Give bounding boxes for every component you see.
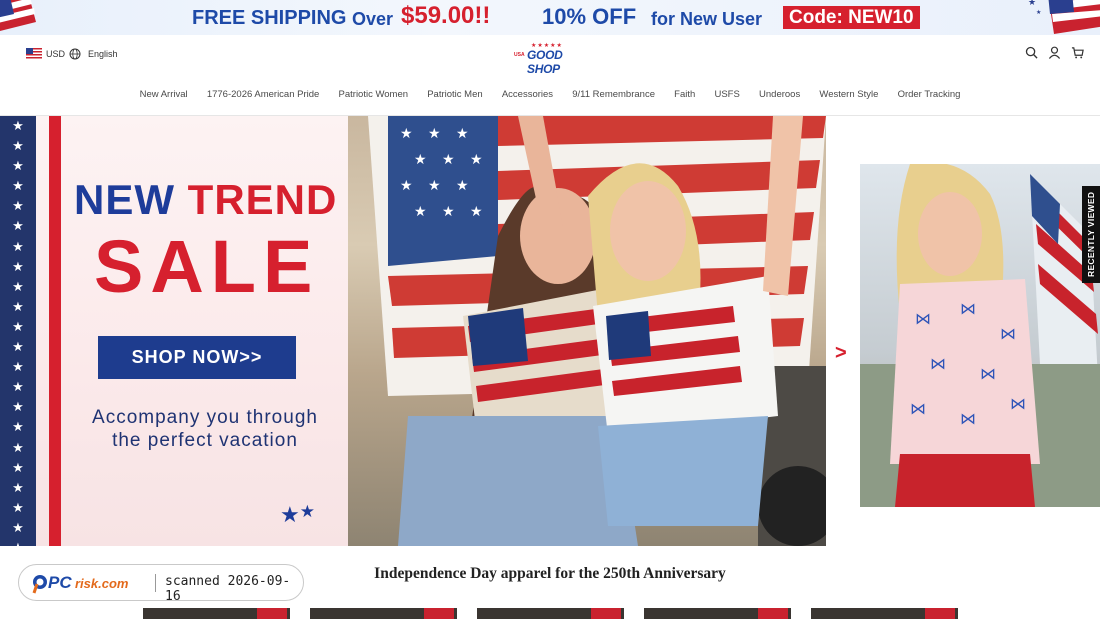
watermark-scan-date: scanned 2026-09-16 (165, 574, 291, 604)
svg-text:⋈: ⋈ (910, 401, 926, 418)
svg-text:⋈: ⋈ (960, 301, 976, 318)
side-hero-photo[interactable]: ⋈ ⋈ ⋈ ⋈ ⋈ ⋈ ⋈ ⋈ (860, 164, 1100, 507)
logo-badge: USA (514, 52, 525, 58)
nav-new-arrival[interactable]: New Arrival (130, 84, 197, 106)
hero-title: NEW TREND (74, 176, 337, 224)
hero-title-new: NEW (74, 176, 175, 223)
promo-price: $59.00!! (401, 2, 491, 29)
svg-text:risk.com: risk.com (75, 576, 129, 591)
svg-text:★: ★ (470, 203, 483, 219)
product-card[interactable] (644, 608, 791, 619)
us-flag-icon (26, 48, 42, 59)
language-label: English (88, 49, 118, 59)
shop-now-button[interactable]: SHOP NOW>> (98, 336, 296, 379)
star-strip-decoration: ★★★★★★★ ★★★★★★★ ★★★★★★★★ (0, 116, 36, 546)
svg-text:★: ★ (442, 203, 455, 219)
product-grid (143, 608, 958, 619)
nav-patriotic-men[interactable]: Patriotic Men (418, 84, 493, 106)
promo-banner[interactable]: FREE SHIPPING Over $59.00!! 10% OFF for … (0, 0, 1100, 35)
nav-underoos[interactable]: Underoos (749, 84, 809, 106)
hero-sale: SALE (94, 225, 320, 308)
product-card[interactable] (811, 608, 958, 619)
hero-subtitle-line2: the perfect vacation (112, 430, 298, 451)
svg-text:⋈: ⋈ (1010, 396, 1026, 413)
account-icon[interactable] (1048, 46, 1061, 59)
svg-text:⋈: ⋈ (980, 366, 996, 383)
nav-usfs[interactable]: USFS (705, 84, 750, 106)
svg-text:★: ★ (456, 125, 469, 141)
svg-text:★: ★ (414, 151, 427, 167)
site-logo[interactable]: ★★★★★ USA GOOD SHOP (513, 42, 587, 76)
hero-photo-illustration: ★ ★ ★ ★ ★ ★ ★ ★ ★ ★ ★ ★ (368, 116, 826, 546)
hero-subtitle: Accompany you through the perfect vacati… (60, 406, 350, 452)
svg-text:★: ★ (428, 125, 441, 141)
flag-decoration-icon (0, 0, 36, 31)
cart-icon[interactable] (1071, 46, 1084, 59)
hero-subtitle-line1: Accompany you through (92, 407, 318, 428)
promo-free-shipping: FREE SHIPPING (192, 7, 347, 29)
svg-text:⋈: ⋈ (915, 311, 931, 328)
svg-text:★: ★ (470, 151, 483, 167)
svg-text:★: ★ (456, 177, 469, 193)
globe-icon (69, 48, 81, 60)
header-bar: USD English ★★★★★ USA GOOD SHOP (0, 35, 1100, 76)
svg-text:★: ★ (1036, 9, 1041, 16)
nav-american-pride[interactable]: 1776-2026 American Pride (197, 84, 329, 106)
svg-text:★: ★ (428, 177, 441, 193)
promo-new-user: for New User (651, 9, 763, 29)
svg-text:PC: PC (48, 573, 72, 592)
pcrisk-watermark: PC risk.com scanned 2026-09-16 (18, 564, 304, 604)
nav-western-style[interactable]: Western Style (810, 84, 888, 106)
watermark-separator (155, 574, 156, 592)
svg-text:★: ★ (400, 125, 413, 141)
decorative-stars-icon: ★★ (280, 502, 315, 527)
svg-text:⋈: ⋈ (930, 356, 946, 373)
svg-text:⋈: ⋈ (960, 411, 976, 428)
currency-selector[interactable]: USD (26, 48, 65, 59)
svg-text:★: ★ (442, 151, 455, 167)
promo-discount: 10% OFF (542, 4, 637, 29)
hero-title-trend: TREND (187, 176, 338, 223)
hero-text-panel: ★★★★★★★ ★★★★★★★ ★★★★★★★★ NEW TREND SALE … (0, 116, 350, 546)
recently-viewed-tab[interactable]: RECENTLY VIEWED (1082, 186, 1100, 283)
nav-accessories[interactable]: Accessories (492, 84, 562, 106)
product-card[interactable] (477, 608, 624, 619)
currency-label: USD (46, 48, 66, 59)
language-selector[interactable]: English (69, 48, 118, 60)
pcrisk-logo: PC risk.com (32, 573, 129, 594)
hero-banner[interactable]: ★★★★★★★ ★★★★★★★ ★★★★★★★★ NEW TREND SALE … (0, 116, 826, 546)
promo-over: Over (352, 9, 394, 29)
nav-order-tracking[interactable]: Order Tracking (888, 84, 970, 106)
product-card[interactable] (310, 608, 457, 619)
red-stripe-decoration (49, 116, 61, 546)
main-nav: New Arrival 1776-2026 American Pride Pat… (0, 84, 1100, 106)
hero-next-arrow[interactable]: > (835, 342, 847, 365)
product-card[interactable] (143, 608, 290, 619)
svg-text:★: ★ (1028, 0, 1036, 7)
nav-patriotic-women[interactable]: Patriotic Women (329, 84, 418, 106)
nav-faith[interactable]: Faith (665, 84, 705, 106)
flag-decoration-icon: ★ ★ (1028, 0, 1100, 34)
side-photo-illustration: ⋈ ⋈ ⋈ ⋈ ⋈ ⋈ ⋈ ⋈ (860, 164, 1100, 507)
promo-code: Code: NEW10 (783, 6, 920, 29)
nav-911-remembrance[interactable]: 9/11 Remembrance (563, 84, 665, 106)
hero-photo: ★ ★ ★ ★ ★ ★ ★ ★ ★ ★ ★ ★ (348, 116, 826, 546)
svg-text:★: ★ (400, 177, 413, 193)
search-icon[interactable] (1025, 46, 1038, 59)
svg-text:★: ★ (414, 203, 427, 219)
svg-text:⋈: ⋈ (1000, 326, 1016, 343)
logo-text: GOOD SHOP (527, 48, 563, 76)
